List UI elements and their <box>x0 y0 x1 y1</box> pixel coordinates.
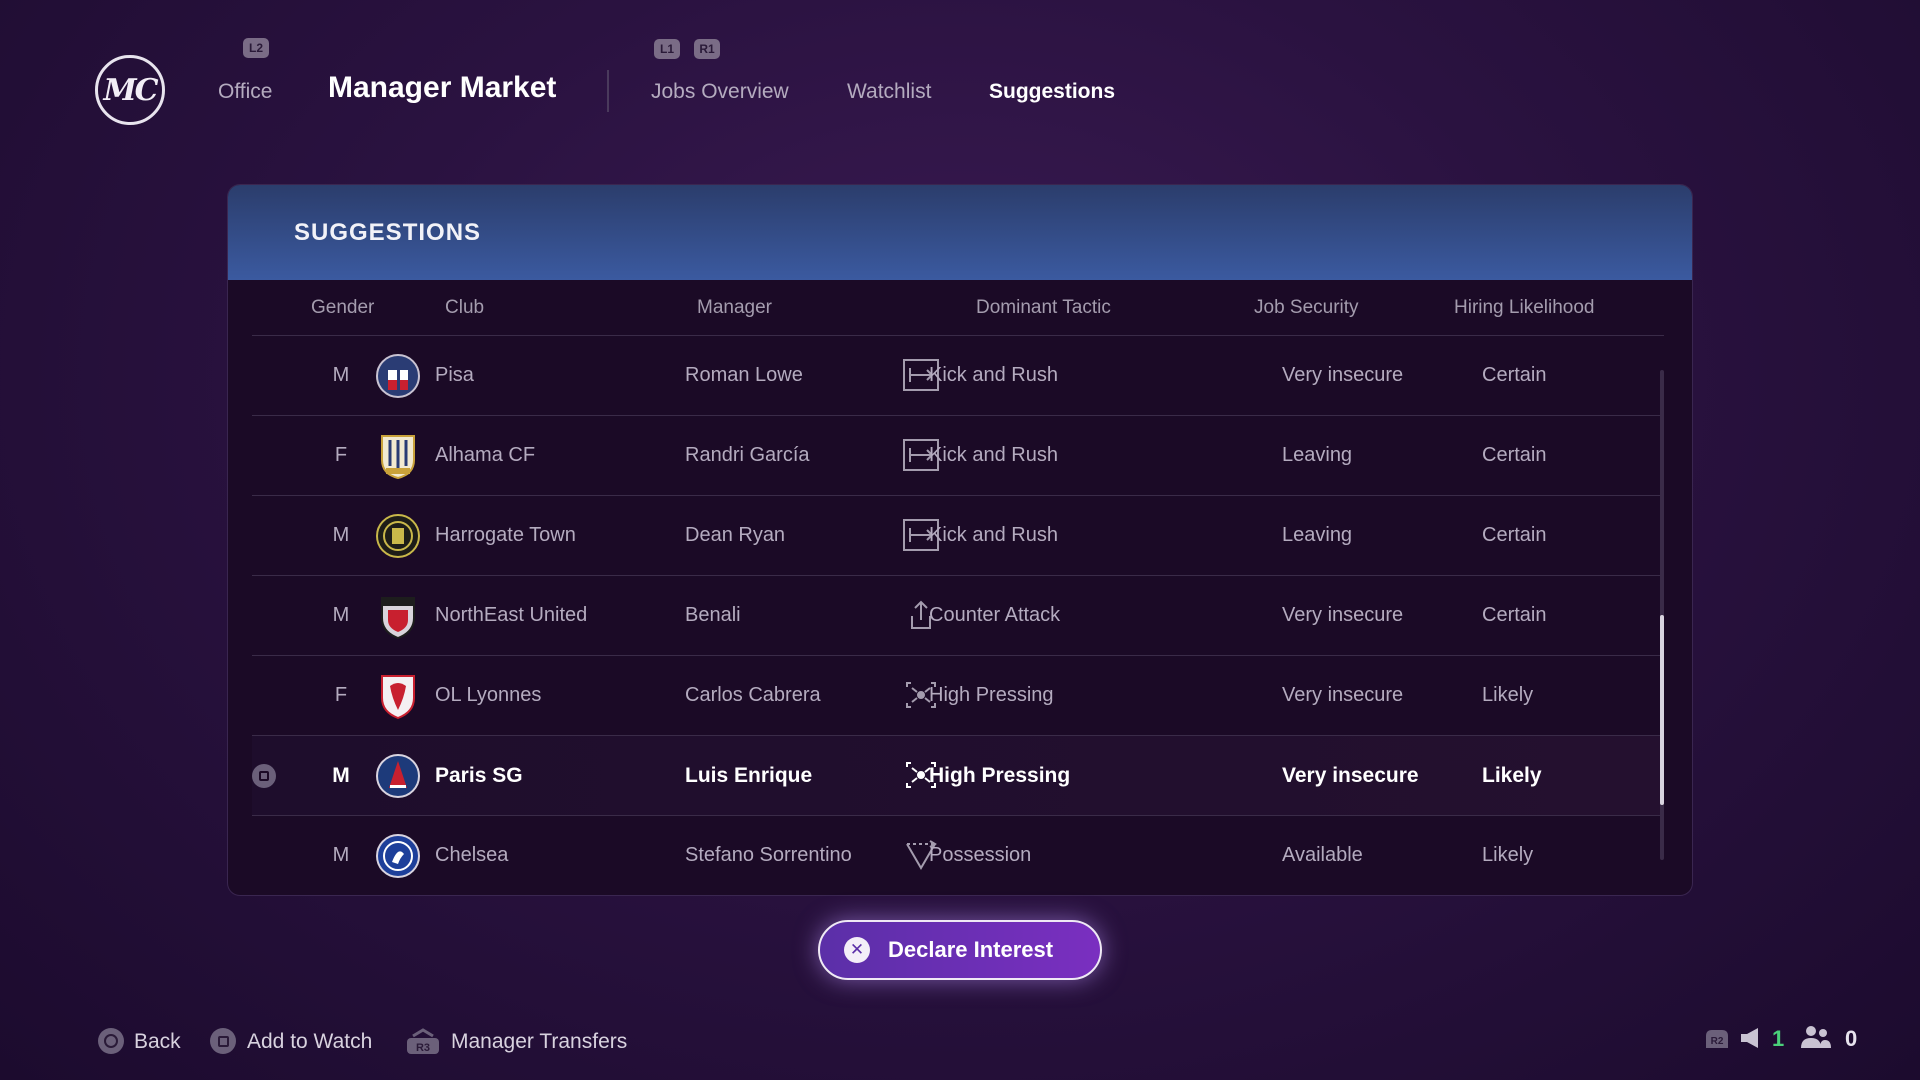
manager-cell: Stefano Sorrentino <box>685 844 852 866</box>
club-cell: Alhama CF <box>435 444 536 466</box>
gender-cell: M <box>332 604 350 626</box>
table-row[interactable]: M Pisa Roman Lowe Kick and Rush Very ins… <box>252 335 1664 416</box>
r3-hint-text: R3 <box>416 1042 430 1054</box>
declare-interest-label: Declare Interest <box>888 937 1054 962</box>
club-cell: OL Lyonnes <box>435 684 542 706</box>
r2-hint-text: R2 <box>1711 1036 1724 1047</box>
tactic-cell: Counter Attack <box>929 604 1061 626</box>
gender-cell: F <box>334 444 348 466</box>
table-row[interactable]: M Harrogate Town Dean Ryan Kick and Rush… <box>252 495 1664 576</box>
job-security-cell: Leaving <box>1282 444 1353 466</box>
manager-cell: Dean Ryan <box>685 524 786 546</box>
tactic-cell: Kick and Rush <box>929 524 1058 546</box>
back-action[interactable]: Back <box>134 1030 181 1054</box>
harrogate-crest-icon <box>376 514 420 558</box>
gender-cell: M <box>332 764 350 787</box>
square-button-icon <box>252 764 276 788</box>
tactic-cell: Kick and Rush <box>929 444 1058 466</box>
job-security-cell: Very insecure <box>1282 764 1419 787</box>
r3-stick-icon: R3 <box>407 1028 439 1054</box>
club-cell: Pisa <box>435 364 474 386</box>
mc-logo: MC <box>95 55 165 125</box>
tactic-cell: High Pressing <box>929 764 1071 787</box>
r1-button-hint: R1 <box>694 39 720 59</box>
megaphone-icon <box>1741 1028 1758 1048</box>
gender-cell: M <box>332 524 350 546</box>
chelsea-crest-icon <box>376 834 420 878</box>
manager-cell: Carlos Cabrera <box>685 684 821 706</box>
logo-text: MC <box>103 72 158 108</box>
l2-button-hint: L2 <box>243 38 269 58</box>
manager-cell: Randri García <box>685 444 810 466</box>
gender-cell: M <box>332 364 350 386</box>
tactic-cell: High Pressing <box>929 684 1054 706</box>
job-security-cell: Available <box>1282 844 1363 866</box>
panel-header: SUGGESTIONS <box>228 185 1692 280</box>
column-header-gender: Gender <box>311 297 375 318</box>
hiring-likelihood-cell: Likely <box>1482 764 1542 787</box>
tab-jobs-overview[interactable]: Jobs Overview <box>651 80 789 104</box>
column-header-manager: Manager <box>697 297 772 318</box>
job-security-cell: Leaving <box>1282 524 1353 546</box>
manager-transfers-action[interactable]: Manager Transfers <box>451 1030 627 1054</box>
table-row[interactable]: F OL Lyonnes Carlos Cabrera High Pressin… <box>252 655 1664 736</box>
tab-suggestions[interactable]: Suggestions <box>989 80 1115 104</box>
r2-trigger-icon: R2 <box>1706 1030 1728 1048</box>
table-row[interactable]: M NorthEast United Benali Counter Attack… <box>252 575 1664 656</box>
square-button-icon <box>210 1028 236 1054</box>
hiring-likelihood-cell: Certain <box>1482 604 1547 626</box>
people-icon <box>1801 1026 1831 1048</box>
hiring-likelihood-cell: Certain <box>1482 364 1547 386</box>
paris-sg-crest-icon <box>376 754 420 798</box>
column-header-dominant-tactic: Dominant Tactic <box>976 297 1111 318</box>
pisa-crest-icon <box>376 354 420 398</box>
hiring-likelihood-cell: Likely <box>1482 684 1534 706</box>
cross-button-icon: ✕ <box>844 937 870 963</box>
tab-watchlist[interactable]: Watchlist <box>847 80 931 104</box>
manager-cell: Luis Enrique <box>685 764 813 787</box>
job-security-cell: Very insecure <box>1282 684 1404 706</box>
ol-lyonnes-crest-icon <box>381 675 415 720</box>
scrollbar-thumb[interactable] <box>1660 615 1664 805</box>
suggestions-panel: SUGGESTIONS Gender Club Manager Dominant… <box>228 185 1692 895</box>
job-security-cell: Very insecure <box>1282 604 1404 626</box>
hiring-likelihood-cell: Likely <box>1482 844 1534 866</box>
gender-cell: F <box>334 684 348 706</box>
tactic-cell: Possession <box>929 844 1032 866</box>
club-cell: NorthEast United <box>435 604 588 626</box>
declare-interest-button[interactable]: ✕ Declare Interest <box>818 920 1102 980</box>
club-cell: Chelsea <box>435 844 509 866</box>
nav-divider <box>607 70 609 112</box>
page-title: Manager Market <box>328 71 557 104</box>
add-to-watch-action[interactable]: Add to Watch <box>247 1030 372 1054</box>
manager-cell: Roman Lowe <box>685 364 803 386</box>
manager-cell: Benali <box>685 604 741 626</box>
alhama-crest-icon <box>381 435 415 480</box>
notification-count: 1 <box>1772 1026 1785 1051</box>
club-cell: Paris SG <box>435 764 523 787</box>
circle-button-icon <box>98 1028 124 1054</box>
gender-cell: M <box>332 844 350 866</box>
club-cell: Harrogate Town <box>435 524 576 546</box>
table-row[interactable]: F Alhama CF Randri García Kick and Rush … <box>252 415 1664 496</box>
panel-title: SUGGESTIONS <box>294 219 482 246</box>
table-row[interactable]: M Chelsea Stefano Sorrentino Possession … <box>252 815 1664 895</box>
l1-button-hint: L1 <box>654 39 680 59</box>
table-row-selected[interactable]: M Paris SG Luis Enrique High Pressing Ve… <box>252 735 1664 816</box>
column-header-job-security: Job Security <box>1254 297 1359 318</box>
hiring-likelihood-cell: Certain <box>1482 524 1547 546</box>
nav-office[interactable]: Office <box>218 80 272 104</box>
tactic-cell: Kick and Rush <box>929 364 1058 386</box>
northeast-united-crest-icon <box>381 597 415 640</box>
job-security-cell: Very insecure <box>1282 364 1404 386</box>
people-count: 0 <box>1845 1026 1858 1051</box>
column-header-club: Club <box>445 297 485 318</box>
column-header-hiring-likelihood: Hiring Likelihood <box>1454 297 1595 318</box>
hiring-likelihood-cell: Certain <box>1482 444 1547 466</box>
